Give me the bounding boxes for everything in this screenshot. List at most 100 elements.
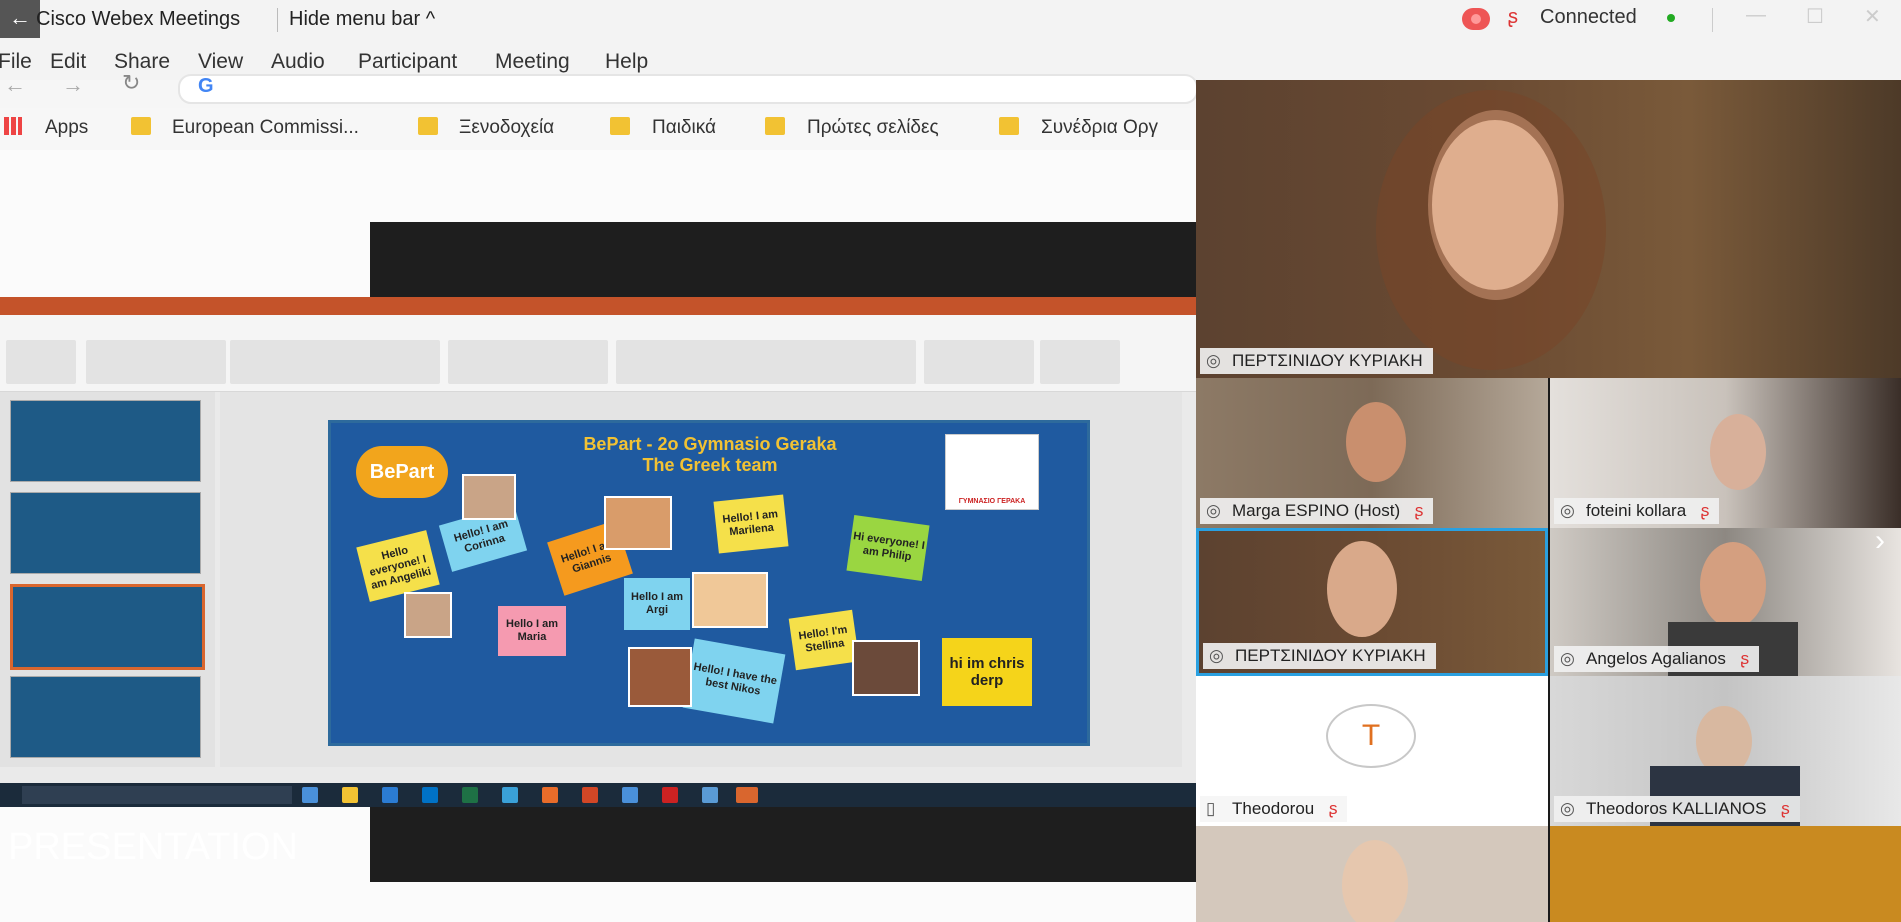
school-logo: ΓΥΜΝΑΣΙΟ ΓΕΡΑΚΑ <box>945 434 1039 510</box>
bookmark-front-pages: Πρώτες σελίδες <box>807 117 939 138</box>
connected-dot-icon <box>1667 14 1675 22</box>
folder-icon <box>610 117 630 135</box>
taskbar-app-icon <box>702 787 718 803</box>
hide-menu-bar-button[interactable]: Hide menu bar ^ <box>289 8 435 31</box>
participant-name-tag: ▯ Theodorou ʂ <box>1200 796 1348 822</box>
bookmark-apps: Apps <box>45 117 89 138</box>
acrobat-icon <box>662 787 678 803</box>
taskbar-app-icon <box>302 787 318 803</box>
taskbar-app-icon <box>622 787 638 803</box>
browser-reload-icon: ↻ <box>122 70 141 95</box>
minimize-button[interactable]: — <box>1746 4 1766 27</box>
powerpoint-title-bar <box>0 297 1196 315</box>
folder-icon <box>999 117 1019 135</box>
sticky-note: Hello! I'm Stellina <box>788 609 860 671</box>
menu-participant[interactable]: Participant <box>358 50 457 74</box>
powerpoint-icon <box>582 787 598 803</box>
phone-icon: ▯ <box>1206 799 1216 818</box>
taskbar-app-icon <box>502 787 518 803</box>
muted-icon: ʂ <box>1328 799 1338 818</box>
menu-help[interactable]: Help <box>605 50 648 74</box>
participant-name: ΠΕΡΤΣΙΝΙΔΟΥ ΚΥΡΙΑΚΗ <box>1232 351 1423 370</box>
participant-name: foteini kollara <box>1586 501 1687 520</box>
menu-file[interactable]: File <box>0 50 32 74</box>
headset-icon: ◎ <box>1209 646 1224 665</box>
outlook-icon <box>422 787 438 803</box>
headset-icon: ◎ <box>1206 501 1221 520</box>
status-bar <box>0 767 1196 783</box>
bookmark-hotels: Ξενοδοχεία <box>459 117 555 138</box>
menu-edit[interactable]: Edit <box>50 50 86 74</box>
address-bar <box>178 74 1198 104</box>
close-button[interactable]: ✕ <box>1864 4 1881 29</box>
folder-icon <box>765 117 785 135</box>
back-arrow-icon[interactable]: ← <box>0 0 40 38</box>
avatar <box>404 592 452 638</box>
recording-icon[interactable] <box>1462 8 1490 30</box>
muted-icon: ʂ <box>1781 799 1790 818</box>
muted-icon: ʂ <box>1414 501 1424 520</box>
active-speaker-video[interactable]: ◎ ΠΕΡΤΣΙΝΙΔΟΥ ΚΥΡΙΑΚΗ <box>1196 80 1901 378</box>
headset-icon: ◎ <box>1560 649 1575 668</box>
menu-audio[interactable]: Audio <box>271 50 325 74</box>
slide-thumbnail <box>10 492 201 574</box>
bepart-logo: BePart <box>356 446 448 498</box>
participant-video[interactable]: ◎ Marga ESPINO (Host) ʂ <box>1196 378 1548 528</box>
participant-name-tag: ◎ ΠΕΡΤΣΙΝΙΔΟΥ ΚΥΡΙΑΚΗ <box>1200 348 1433 374</box>
connection-status[interactable]: Connected <box>1540 6 1637 29</box>
participant-name-tag: ◎ Theodoros KALLIANOS ʂ <box>1554 796 1800 822</box>
participant-video[interactable] <box>1550 826 1901 922</box>
participant-video[interactable]: ◎ foteini kollara ʂ <box>1550 378 1901 528</box>
ribbon-group <box>616 340 916 384</box>
ribbon-group <box>230 340 440 384</box>
maximize-button[interactable]: ☐ <box>1806 4 1824 29</box>
participant-video[interactable]: ◎ ΠΕΡΤΣΙΝΙΔΟΥ ΚΥΡΙΑΚΗ <box>1196 528 1548 676</box>
bookmark-european-commission: European Commissi... <box>172 117 359 138</box>
slide-title-line-1: BePart - 2o Gymnasio Geraka <box>583 434 837 454</box>
folder-icon <box>342 787 358 803</box>
avatar <box>692 572 768 628</box>
apps-grid-icon <box>4 117 22 135</box>
app-title: Cisco Webex Meetings <box>36 8 241 30</box>
browser-back-icon: ← <box>4 72 26 97</box>
participant-name: ΠΕΡΤΣΙΝΙΔΟΥ ΚΥΡΙΑΚΗ <box>1235 646 1426 665</box>
ribbon-tabs <box>0 315 1196 335</box>
sticky-note: Hello I am Maria <box>498 606 566 656</box>
share-label: PRESENTATION <box>8 826 298 868</box>
participant-video[interactable]: ◎ Angelos Agalianos ʂ <box>1550 528 1901 676</box>
participant-name-tag: ◎ foteini kollara ʂ <box>1554 498 1720 524</box>
muted-icon: ʂ <box>1740 649 1750 668</box>
slide-thumbnail <box>10 676 201 758</box>
bookmark-conferences: Συνέδρια Οργ <box>1041 117 1159 138</box>
slide-thumbnail-selected <box>10 584 205 670</box>
participant-name: Marga ESPINO (Host) <box>1232 501 1401 520</box>
bookmark-kids: Παιδικά <box>652 117 716 138</box>
muted-icon: ʂ <box>1700 501 1710 520</box>
sticky-note: Hi everyone! I am Philip <box>846 514 930 582</box>
sticky-note: Hello! I am Marilena <box>713 494 789 554</box>
menu-meeting[interactable]: Meeting <box>495 50 570 74</box>
slide-title: BePart - 2o Gymnasio Geraka The Greek te… <box>480 434 940 476</box>
participant-name-tag: ◎ Marga ESPINO (Host) ʂ <box>1200 498 1434 524</box>
participant-video[interactable]: ◎ Theodoros KALLIANOS ʂ <box>1550 676 1901 826</box>
ribbon-group <box>448 340 608 384</box>
participant-video[interactable] <box>1196 826 1548 922</box>
avatar <box>462 474 516 520</box>
participant-name-tag: ◎ Angelos Agalianos ʂ <box>1554 646 1760 672</box>
folder-icon <box>418 117 438 135</box>
participant-avatar: T <box>1326 704 1416 768</box>
participant-name: Theodoros KALLIANOS <box>1586 799 1767 818</box>
divider <box>1712 8 1713 32</box>
ribbon-group <box>924 340 1034 384</box>
participant-name-tag: ◎ ΠΕΡΤΣΙΝΙΔΟΥ ΚΥΡΙΑΚΗ <box>1203 643 1436 669</box>
avatar <box>852 640 920 696</box>
taskbar-app-icon <box>382 787 398 803</box>
avatar <box>604 496 672 550</box>
menu-view[interactable]: View <box>198 50 243 74</box>
school-logo-text: ΓΥΜΝΑΣΙΟ ΓΕΡΑΚΑ <box>958 498 1026 505</box>
chevron-right-icon[interactable]: › <box>1875 524 1885 558</box>
taskbar-search <box>22 786 292 804</box>
avatar <box>628 647 692 707</box>
folder-icon <box>131 117 151 135</box>
ribbon-group <box>1040 340 1120 384</box>
